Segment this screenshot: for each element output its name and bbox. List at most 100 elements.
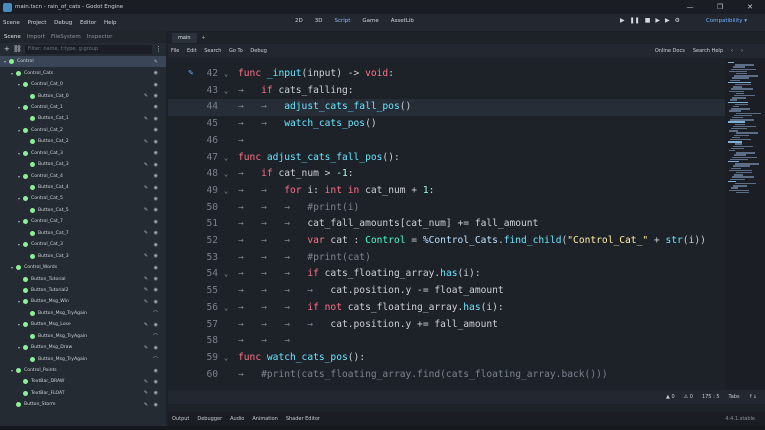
node-visibility-icon[interactable]: ✎ ◉ bbox=[144, 207, 160, 213]
toggle-icon[interactable]: ↑↓ bbox=[749, 394, 757, 400]
tab-import[interactable]: Import bbox=[27, 34, 45, 40]
node-visibility-icon[interactable]: ✎ ◉ bbox=[144, 299, 160, 305]
scene-tree-node[interactable]: Button_Cat_1 ✎ ◉ bbox=[0, 113, 166, 124]
node-visibility-icon[interactable]: ✎ ◉ bbox=[144, 402, 160, 408]
scene-tree-node[interactable]: Button_Storm ✎ ◉ bbox=[0, 399, 166, 410]
code-line[interactable]: 53 → → → #print(cat) bbox=[168, 250, 725, 267]
node-visibility-icon[interactable]: ⌒ bbox=[153, 333, 160, 340]
scene-tree-node[interactable]: ▾ Control_Cat_0 ◉ bbox=[0, 79, 166, 90]
code-minimap[interactable] bbox=[725, 58, 765, 390]
scene-tree-node[interactable]: ▾ Button_Msg_Lose ✎ ◉ bbox=[0, 319, 166, 330]
link-icon[interactable]: ⛓ bbox=[13, 45, 22, 53]
error-count[interactable]: ▲ 0 bbox=[666, 394, 675, 400]
menu-editor[interactable]: Editor bbox=[80, 20, 96, 26]
search-help-button[interactable]: Search Help bbox=[693, 48, 723, 54]
tab-animation[interactable]: Animation bbox=[252, 416, 278, 422]
scene-tree-node[interactable]: Button_Cat_2 ✎ ◉ bbox=[0, 136, 166, 147]
node-visibility-icon[interactable]: ✎ ◉ bbox=[144, 139, 160, 145]
scene-tree-node[interactable]: ▾ Control_Points ◉ bbox=[0, 365, 166, 376]
tab-audio[interactable]: Audio bbox=[230, 416, 244, 422]
history-forward-icon[interactable]: › bbox=[741, 48, 743, 54]
scene-tree-node[interactable]: Button_Cat_7 ✎ ◉ bbox=[0, 228, 166, 239]
node-visibility-icon[interactable]: ◉ bbox=[154, 265, 160, 271]
script-menu-debug[interactable]: Debug bbox=[250, 48, 266, 54]
node-visibility-icon[interactable]: ✎ ◉ bbox=[144, 345, 160, 351]
scene-tree-node[interactable]: ▾ Button_Msg_Win ✎ ◉ bbox=[0, 296, 166, 307]
scene-tree-node[interactable]: Button_Msg_TryAgain ⌒ bbox=[0, 331, 166, 342]
fold-arrow-icon[interactable]: ⌄ bbox=[224, 66, 228, 83]
pause-icon[interactable]: ❚❚ bbox=[630, 17, 640, 24]
history-back-icon[interactable]: ‹ bbox=[731, 48, 733, 54]
scene-tools-icon[interactable]: ⋮ bbox=[155, 45, 162, 53]
scene-tree-node[interactable]: ▾ Control_Cat_5 ◉ bbox=[0, 193, 166, 204]
code-line[interactable]: 57 → → → → cat.position.y += fall_amount bbox=[168, 317, 725, 334]
code-line[interactable]: 42 ⌄ func _input(input) -> void: bbox=[168, 66, 725, 83]
node-visibility-icon[interactable]: ⌒ bbox=[153, 310, 160, 317]
scene-tree-node[interactable]: Button_Msg_TryAgain ⌒ bbox=[0, 353, 166, 364]
workspace-game[interactable]: Game bbox=[359, 16, 381, 26]
scene-tree-node[interactable]: Button_Cat_3 ✎ ◉ bbox=[0, 250, 166, 261]
menu-project[interactable]: Project bbox=[28, 20, 47, 26]
tab-scene[interactable]: Scene bbox=[4, 34, 21, 40]
scene-tree-node[interactable]: ▾ Control_Cat_3 ◉ bbox=[0, 239, 166, 250]
node-visibility-icon[interactable]: ◉ bbox=[154, 127, 160, 133]
node-visibility-icon[interactable]: ⌒ bbox=[153, 356, 160, 363]
fold-arrow-icon[interactable]: ⌄ bbox=[224, 150, 228, 167]
tab-output[interactable]: Output bbox=[172, 416, 189, 422]
node-visibility-icon[interactable]: ✎ ◉ bbox=[144, 93, 160, 99]
node-visibility-icon[interactable]: ✎ ◉ bbox=[144, 162, 160, 168]
tab-debugger[interactable]: Debugger bbox=[197, 416, 222, 422]
node-visibility-icon[interactable]: ◉ bbox=[154, 196, 160, 202]
fold-arrow-icon[interactable]: ⌄ bbox=[224, 183, 228, 200]
code-line[interactable]: 51 → → → cat_fall_amounts[cat_num] += fal… bbox=[168, 216, 725, 233]
scene-tree-node[interactable]: ▾ Control_Cat_4 ◉ bbox=[0, 170, 166, 181]
node-visibility-icon[interactable]: ◉ bbox=[154, 150, 160, 156]
close-icon[interactable]: ✕ bbox=[735, 3, 765, 11]
scene-tree-node[interactable]: Button_Cat_0 ✎ ◉ bbox=[0, 90, 166, 101]
code-line[interactable]: 48 ⌄ → if cat_num > -1: bbox=[168, 166, 725, 183]
code-line[interactable]: 46 → bbox=[168, 133, 725, 150]
scene-tree-node[interactable]: ▾ Control_Cat_1 ◉ bbox=[0, 102, 166, 113]
node-visibility-icon[interactable]: ✎ ◉ bbox=[144, 185, 160, 191]
node-visibility-icon[interactable]: ◉ bbox=[154, 173, 160, 179]
scene-tree-node[interactable]: ▾ Control ✎ bbox=[0, 56, 166, 68]
code-line[interactable]: 59 ⌄ func watch_cats_pos(): bbox=[168, 350, 725, 367]
workspace-script[interactable]: Script bbox=[331, 16, 353, 26]
warning-count[interactable]: ⚠ 0 bbox=[684, 394, 693, 400]
code-editor[interactable]: 42 ⌄ func _input(input) -> void: 43 ⌄ → if ca… bbox=[168, 58, 725, 390]
node-visibility-icon[interactable]: ◉ bbox=[154, 70, 160, 76]
play-scene-icon[interactable]: ▶ bbox=[655, 17, 660, 24]
scene-tree-node[interactable]: ▾ Button_Msg_Draw ✎ ◉ bbox=[0, 342, 166, 353]
menu-scene[interactable]: Scene bbox=[3, 20, 20, 26]
fold-arrow-icon[interactable]: ⌄ bbox=[224, 300, 228, 317]
node-visibility-icon[interactable]: ◉ bbox=[154, 82, 160, 88]
play-icon[interactable]: ▶ bbox=[620, 17, 625, 24]
scene-tree-node[interactable]: ▾ Control_Cats ◉ bbox=[0, 67, 166, 78]
scene-tree-node[interactable]: TextBar_DRAW ✎ ◉ bbox=[0, 376, 166, 387]
node-visibility-icon[interactable]: ✎ ◉ bbox=[144, 379, 160, 385]
scene-tree-node[interactable]: Button_Tutorial2 ✎ ◉ bbox=[0, 285, 166, 296]
add-node-icon[interactable]: + bbox=[4, 45, 10, 53]
fold-arrow-icon[interactable]: ⌄ bbox=[224, 83, 228, 100]
code-line[interactable]: 44 → → adjust_cats_fall_pos() bbox=[168, 99, 725, 117]
scene-filter-input[interactable]: Filter: name, t:type, g:group bbox=[24, 44, 152, 54]
node-visibility-icon[interactable]: ✎ ◉ bbox=[144, 322, 160, 328]
node-visibility-icon[interactable]: ◉ bbox=[154, 242, 160, 248]
menu-debug[interactable]: Debug bbox=[54, 20, 72, 26]
scene-tree-node[interactable]: Button_Cat_5 ✎ ◉ bbox=[0, 205, 166, 216]
code-line[interactable]: 45 → → watch_cats_pos() bbox=[168, 116, 725, 133]
maximize-icon[interactable]: ❐ bbox=[705, 3, 735, 11]
scene-tree-node[interactable]: ▾ Control_Cat_3 ◉ bbox=[0, 148, 166, 159]
stop-icon[interactable]: ■ bbox=[645, 17, 651, 24]
tab-shader-editor[interactable]: Shader Editor bbox=[286, 416, 320, 422]
node-visibility-icon[interactable]: ✎ ◉ bbox=[144, 253, 160, 259]
fold-arrow-icon[interactable]: ⌄ bbox=[224, 266, 228, 283]
node-visibility-icon[interactable]: ✎ ◉ bbox=[144, 116, 160, 122]
menu-help[interactable]: Help bbox=[104, 20, 117, 26]
code-line[interactable]: 58 → → → bbox=[168, 333, 725, 350]
node-visibility-icon[interactable]: ◉ bbox=[154, 368, 160, 374]
script-menu-edit[interactable]: Edit bbox=[187, 48, 197, 54]
code-line[interactable]: 49 ⌄ → → for i: int in cat_num + 1: bbox=[168, 183, 725, 200]
script-menu-file[interactable]: File bbox=[171, 48, 179, 54]
scene-tree-node[interactable]: TextBar_FLOAT ✎ ◉ bbox=[0, 388, 166, 399]
